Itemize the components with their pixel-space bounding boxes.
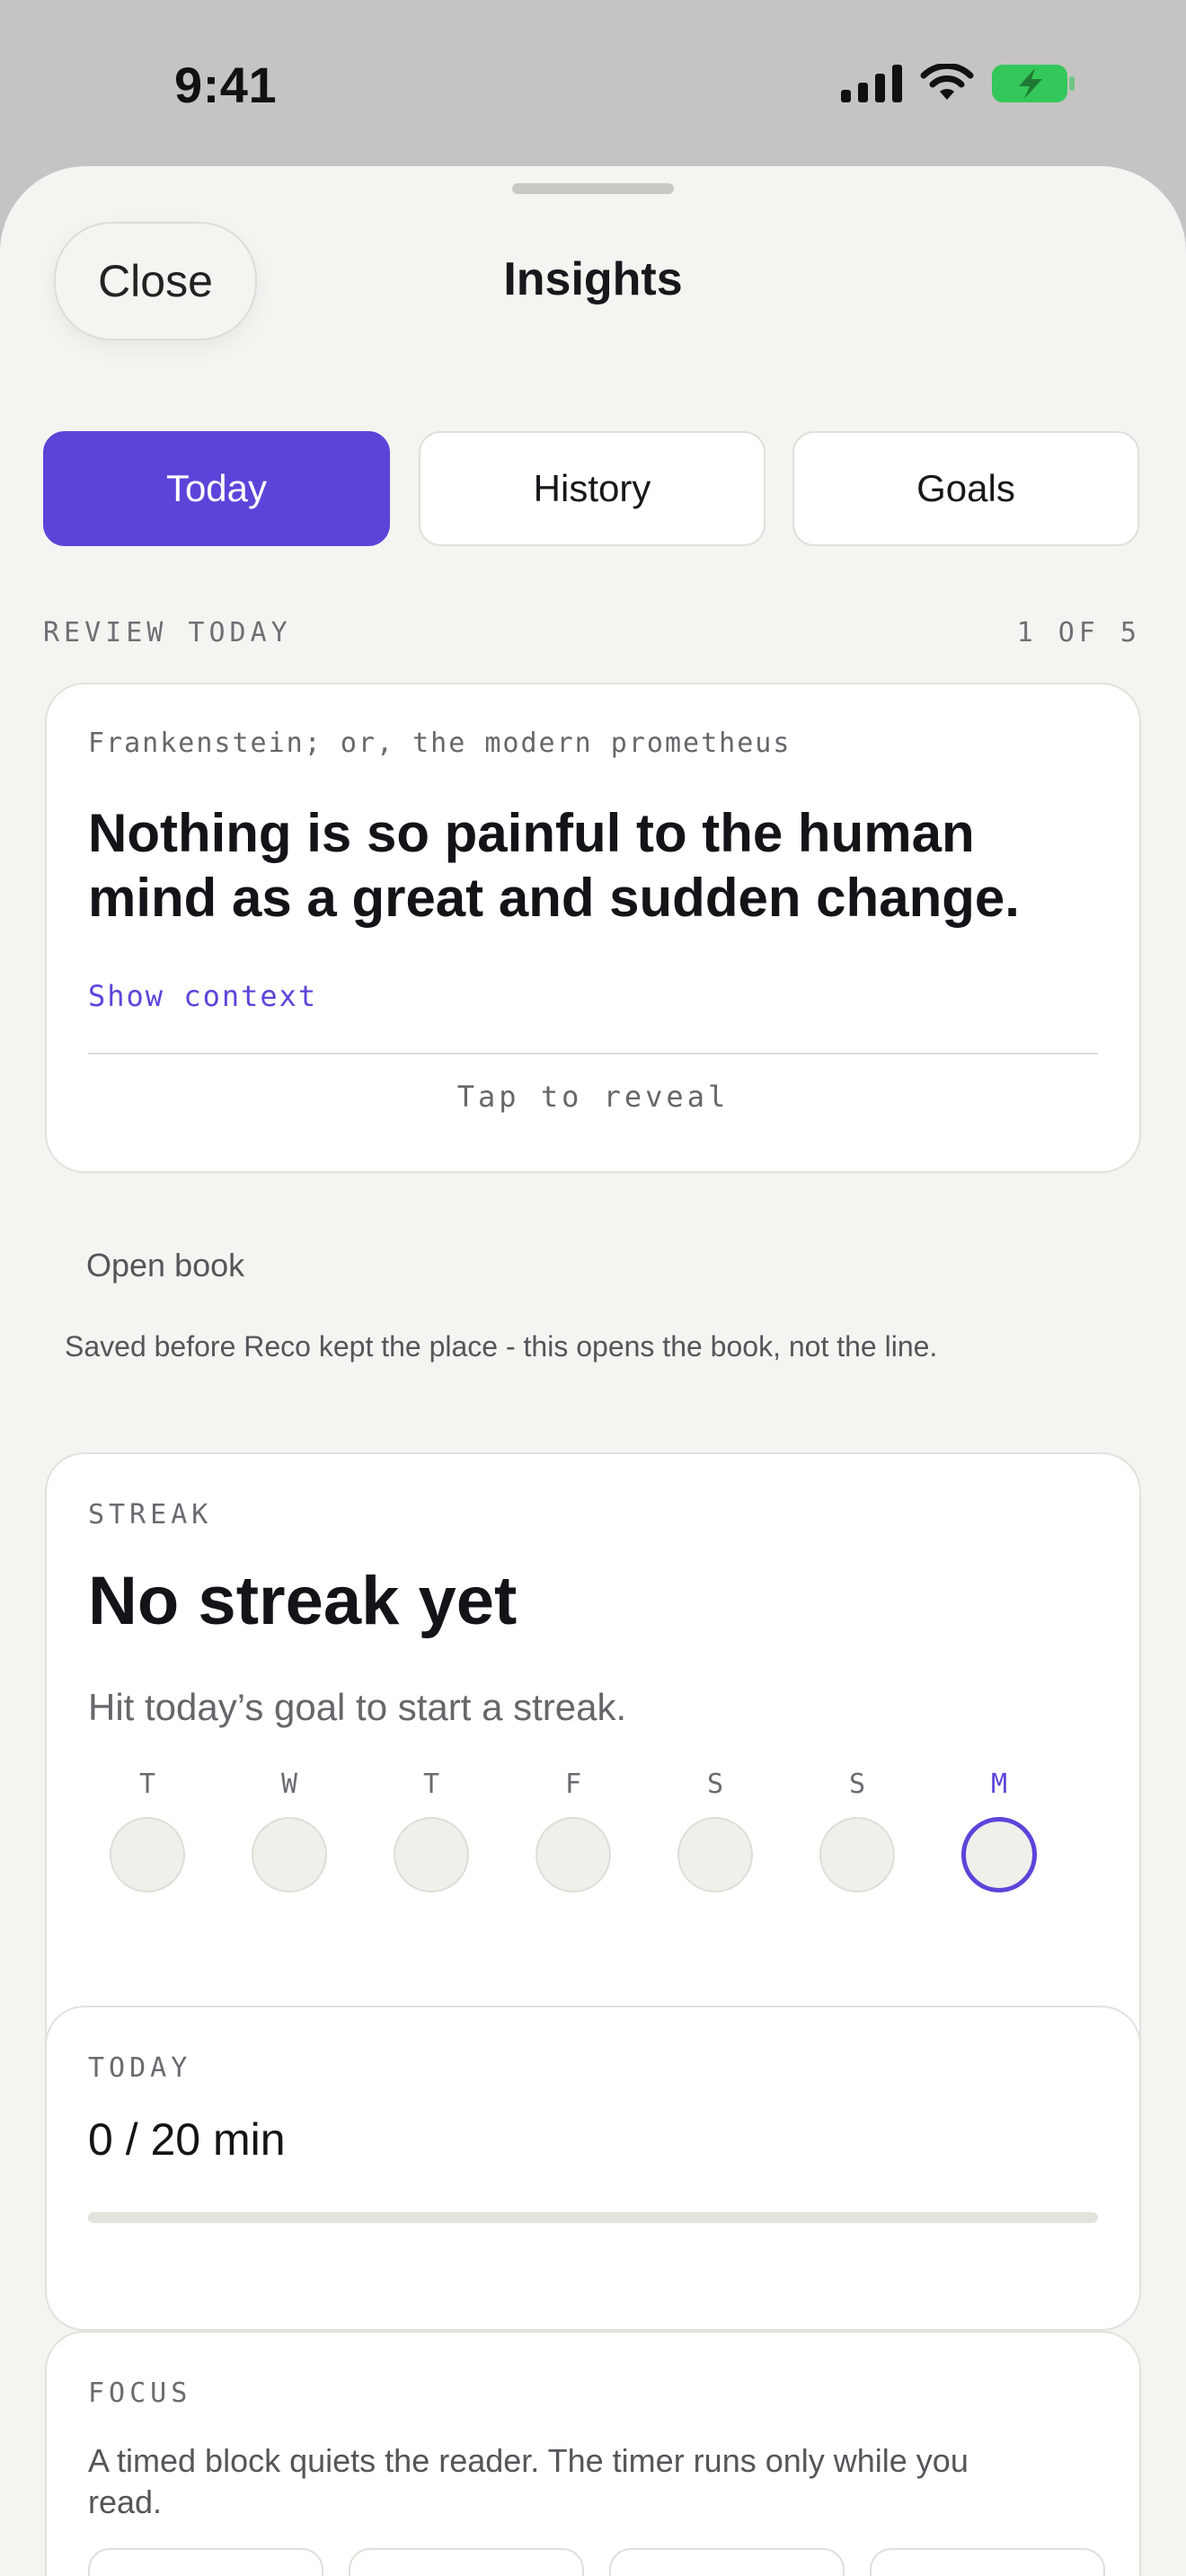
today-goal-card: TODAY 0 / 20 min: [45, 2006, 1141, 2331]
wifi-icon: [920, 64, 974, 100]
show-context-link[interactable]: Show context: [88, 979, 317, 1013]
streak-day-letter: M: [990, 1769, 1008, 1800]
streak-day: T: [392, 1769, 471, 1892]
review-section-label: REVIEW TODAY: [43, 617, 292, 648]
streak-day-circle: [819, 1817, 895, 1892]
streak-day-circle: [394, 1817, 469, 1892]
streak-title: No streak yet: [88, 1563, 518, 1639]
focus-preset-button[interactable]: [349, 2548, 584, 2576]
tab-goals[interactable]: Goals: [792, 431, 1139, 546]
status-icons: [841, 63, 1075, 104]
tab-today[interactable]: Today: [43, 431, 390, 546]
streak-day: F: [534, 1769, 613, 1892]
today-progress-bar: [88, 2212, 1098, 2223]
today-progress-value: 0 / 20 min: [88, 2114, 286, 2165]
focus-preset-button[interactable]: [609, 2548, 845, 2576]
focus-preset-button[interactable]: [870, 2548, 1105, 2576]
streak-day-circle: [961, 1817, 1037, 1892]
streak-day-letter: W: [280, 1769, 298, 1800]
review-counter: 1 OF 5: [1016, 617, 1141, 648]
streak-day-letter: S: [848, 1769, 866, 1800]
tap-to-reveal[interactable]: Tap to reveal: [47, 1080, 1139, 1114]
tab-history[interactable]: History: [419, 431, 766, 546]
card-divider: [88, 1053, 1098, 1054]
streak-day-circle: [110, 1817, 185, 1892]
today-label: TODAY: [88, 2052, 192, 2084]
review-quote-card[interactable]: Frankenstein; or, the modern prometheus …: [45, 683, 1141, 1173]
streak-day-letter: F: [564, 1769, 582, 1800]
streak-day-letter: T: [138, 1769, 156, 1800]
status-time: 9:41: [174, 57, 278, 113]
streak-label: STREAK: [88, 1499, 213, 1531]
focus-description: A timed block quiets the reader. The tim…: [88, 2442, 969, 2520]
quote-text: Nothing is so painful to the human mind …: [88, 803, 1020, 928]
sheet-title: Insights: [503, 253, 683, 305]
focus-card: FOCUS A timed block quiets the reader. T…: [45, 2331, 1141, 2576]
focus-preset-button[interactable]: [88, 2548, 323, 2576]
streak-day: W: [250, 1769, 329, 1892]
streak-day-circle: [535, 1817, 611, 1892]
streak-day: T: [108, 1769, 187, 1892]
streak-subtitle: Hit today’s goal to start a streak.: [88, 1686, 627, 1728]
streak-day-letter: S: [706, 1769, 724, 1800]
streak-day: S: [676, 1769, 755, 1892]
open-book-note: Saved before Reco kept the place - this …: [65, 1330, 938, 1363]
streak-day: S: [818, 1769, 897, 1892]
streak-day-circle: [252, 1817, 327, 1892]
sheet-grabber[interactable]: [512, 183, 674, 194]
focus-label: FOCUS: [88, 2378, 192, 2409]
cellular-signal-icon: [841, 65, 902, 102]
streak-day-letter: T: [422, 1769, 440, 1800]
insights-sheet: Close Insights Today History Goals REVIE…: [0, 166, 1186, 2576]
quote-source: Frankenstein; or, the modern prometheus: [88, 728, 792, 759]
open-book-button[interactable]: Open book: [86, 1247, 244, 1284]
streak-day: M: [960, 1769, 1039, 1892]
streak-day-circle: [677, 1817, 753, 1892]
battery-charging-icon: [992, 65, 1075, 102]
